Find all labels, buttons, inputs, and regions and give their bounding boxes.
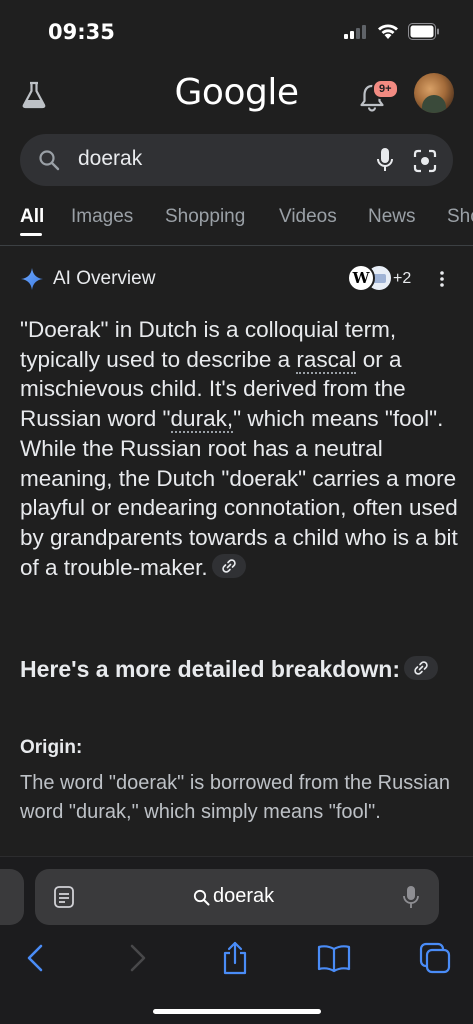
forward-icon[interactable]: [120, 941, 154, 975]
ai-overview-paragraph: "Doerak" in Dutch is a colloquial term, …: [20, 315, 460, 582]
address-bar[interactable]: doerak: [35, 869, 439, 925]
back-icon[interactable]: [19, 941, 53, 975]
ai-overview-title: AI Overview: [53, 268, 156, 289]
rascal-link[interactable]: rascal: [296, 346, 357, 374]
browser-toolbar: doerak: [0, 856, 473, 1024]
reader-icon[interactable]: [53, 885, 75, 909]
search-icon: [39, 150, 60, 171]
sparkle-icon: [21, 268, 43, 290]
paragraph-text: " which means "fool". While the Russian …: [20, 406, 458, 580]
tab-shopping-truncated[interactable]: Sho: [447, 206, 473, 228]
avatar[interactable]: [414, 73, 454, 113]
mic-icon[interactable]: [375, 147, 395, 173]
wikipedia-icon: W: [347, 264, 375, 292]
search-box[interactable]: doerak: [20, 134, 453, 186]
more-options-icon[interactable]: [432, 268, 452, 290]
origin-label: Origin:: [20, 737, 83, 758]
source-icons[interactable]: W: [347, 264, 393, 294]
breakdown-heading-text: Here's a more detailed breakdown:: [20, 656, 400, 682]
search-tabs: All Images Shopping Videos News Sho: [0, 202, 473, 246]
mic-icon[interactable]: [402, 885, 420, 910]
status-time: 09:35: [48, 20, 115, 44]
tab-shopping[interactable]: Shopping: [165, 206, 245, 228]
lens-icon[interactable]: [412, 148, 438, 174]
status-bar: 09:35: [0, 0, 473, 62]
home-indicator: [153, 1009, 321, 1014]
breakdown-heading: Here's a more detailed breakdown:: [20, 652, 460, 687]
origin-text: The word "doerak" is borrowed from the R…: [20, 772, 450, 823]
ai-overview-header: AI Overview W +2: [0, 262, 473, 296]
tab-images[interactable]: Images: [71, 206, 133, 228]
address-text[interactable]: doerak: [213, 885, 274, 908]
share-icon[interactable]: [218, 941, 252, 975]
wifi-icon: [378, 24, 398, 39]
source-count[interactable]: +2: [393, 270, 411, 288]
citation-link-button[interactable]: [211, 553, 246, 578]
link-icon: [414, 661, 428, 675]
durak-link[interactable]: durak,: [170, 406, 234, 434]
link-icon: [221, 558, 236, 573]
previous-tab-preview[interactable]: [0, 869, 24, 925]
tab-news[interactable]: News: [368, 206, 416, 228]
tabs-icon[interactable]: [418, 941, 452, 975]
tab-all[interactable]: All: [20, 206, 44, 228]
google-header: Google 9+: [0, 62, 473, 128]
google-logo[interactable]: Google: [0, 72, 473, 113]
battery-icon: [408, 23, 439, 40]
cellular-signal-icon: [344, 25, 366, 39]
search-query[interactable]: doerak: [78, 147, 142, 171]
active-tab-indicator: [20, 233, 42, 236]
citation-link-button[interactable]: [403, 656, 438, 680]
search-icon: [193, 889, 210, 906]
bookmarks-icon[interactable]: [317, 941, 351, 975]
notification-badge: 9+: [372, 79, 399, 99]
tab-videos[interactable]: Videos: [279, 206, 337, 228]
